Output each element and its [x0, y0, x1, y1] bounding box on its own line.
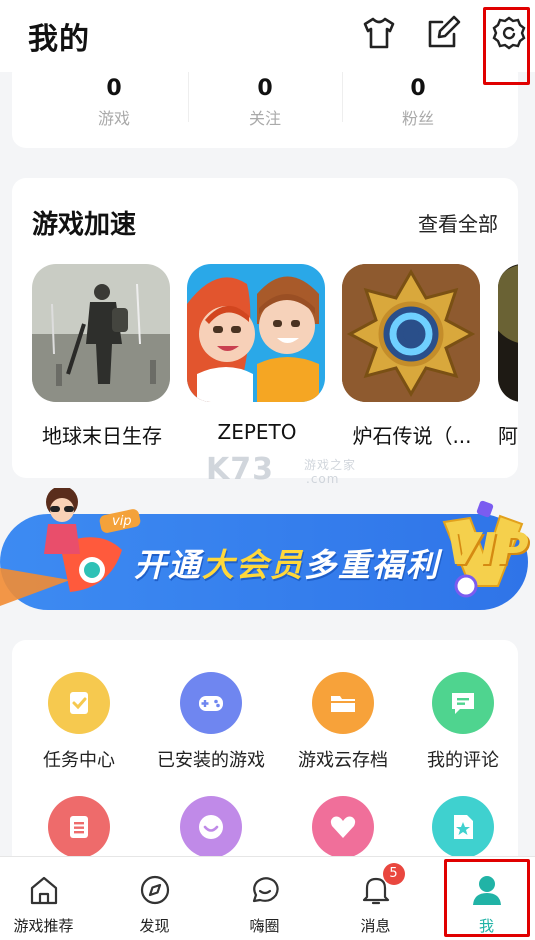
- comment-icon: [432, 672, 494, 734]
- nav-tab-messages[interactable]: 5 消息: [322, 863, 429, 936]
- nav-tab-circle[interactable]: 嗨圈: [211, 873, 318, 936]
- feature-label: 任务中心: [43, 750, 115, 771]
- compass-icon: [138, 873, 172, 907]
- game-thumbnail-partial: [498, 264, 518, 402]
- view-all-link[interactable]: 查看全部: [418, 208, 498, 237]
- feature-label: 我的评论: [427, 750, 499, 771]
- divider: [342, 72, 343, 122]
- feature-item[interactable]: [280, 796, 406, 858]
- chat-icon: [180, 796, 242, 858]
- tshirt-icon[interactable]: [360, 14, 398, 52]
- watermark-sub: 游戏之家: [304, 458, 357, 472]
- game-item[interactable]: ZEPETO: [187, 264, 327, 444]
- stat-fans[interactable]: 0 粉丝: [348, 76, 488, 129]
- feature-item[interactable]: [400, 796, 526, 858]
- feature-installed-games[interactable]: 已安装的游戏: [148, 672, 274, 772]
- gamepad-icon: [180, 672, 242, 734]
- task-icon: [48, 672, 110, 734]
- page-title: 我的: [28, 22, 90, 57]
- heart-icon: [312, 796, 374, 858]
- bottom-nav: 游戏推荐 发现 嗨圈 5 消息 我: [0, 856, 535, 940]
- banner-text-part3: 多重福利: [304, 546, 441, 584]
- nav-label: 发现: [139, 917, 170, 935]
- game-accel-card: 游戏加速 查看全部 地球末日生存 ZEPETO 炉石传说（... 阿: [12, 178, 518, 478]
- game-name: 地球末日生存: [42, 424, 162, 448]
- feature-item[interactable]: [16, 796, 142, 858]
- vip-logo: VIP: [446, 524, 529, 575]
- nav-label: 游戏推荐: [13, 917, 74, 935]
- settings-highlight-box: [483, 7, 530, 85]
- feature-my-comments[interactable]: 我的评论: [400, 672, 526, 772]
- watermark-domain: .com: [306, 472, 340, 486]
- edit-icon[interactable]: [424, 14, 462, 52]
- feature-label: 已安装的游戏: [157, 750, 265, 771]
- feature-item[interactable]: [148, 796, 274, 858]
- feature-cloud-save[interactable]: 游戏云存档: [280, 672, 406, 772]
- stat-following[interactable]: 0 关注: [195, 76, 335, 129]
- stat-fans-value: 0: [410, 76, 426, 101]
- game-name: ZEPETO: [217, 420, 297, 444]
- feature-label: 游戏云存档: [298, 750, 388, 771]
- game-name: 阿: [498, 424, 518, 448]
- game-thumbnail-zepeto: [187, 264, 325, 402]
- section-title: 游戏加速: [32, 210, 137, 240]
- banner-text-part1: 开通: [134, 546, 203, 584]
- stat-games-label: 游戏: [97, 109, 130, 128]
- stat-following-label: 关注: [248, 109, 281, 128]
- stat-games-value: 0: [106, 76, 122, 101]
- top-header: 我的: [0, 0, 535, 85]
- stat-following-value: 0: [257, 76, 273, 101]
- watermark-main: K73: [206, 452, 274, 487]
- nav-tab-discover[interactable]: 发现: [101, 873, 208, 936]
- banner-text: 开通大会员多重福利: [134, 540, 440, 586]
- bell-icon: 5: [359, 863, 405, 907]
- features-card: 任务中心 已安装的游戏 游戏云存档 我的评论: [12, 640, 518, 880]
- nav-label: 消息: [360, 917, 391, 935]
- feature-task-center[interactable]: 任务中心: [16, 672, 142, 772]
- star-doc-icon: [432, 796, 494, 858]
- watermark: K73 游戏之家 .com: [206, 452, 355, 487]
- vip-tag: vip: [112, 514, 132, 529]
- bubble-icon: [248, 873, 282, 907]
- stat-games[interactable]: 0 游戏: [44, 76, 184, 129]
- message-count-badge: 5: [382, 863, 405, 885]
- game-thumbnail-survival: [32, 264, 170, 402]
- game-item[interactable]: 地球末日生存: [32, 264, 172, 449]
- me-tab-highlight-box: [444, 859, 530, 937]
- vip-banner[interactable]: vip 开通大会员多重福利 VIP: [0, 488, 535, 618]
- game-thumbnail-hearthstone: [342, 264, 480, 402]
- divider: [188, 72, 189, 122]
- banner-text-part2: 大会员: [202, 546, 305, 584]
- game-name: 炉石传说（...: [352, 424, 472, 448]
- game-item[interactable]: 阿: [498, 264, 518, 449]
- game-item[interactable]: 炉石传说（...: [342, 264, 482, 449]
- home-icon: [27, 873, 61, 907]
- stat-fans-label: 粉丝: [401, 109, 434, 128]
- stats-card: 0 游戏 0 关注 0 粉丝: [12, 60, 518, 148]
- nav-tab-recommend[interactable]: 游戏推荐: [0, 873, 97, 936]
- list-icon: [48, 796, 110, 858]
- folder-icon: [312, 672, 374, 734]
- nav-label: 嗨圈: [249, 917, 280, 935]
